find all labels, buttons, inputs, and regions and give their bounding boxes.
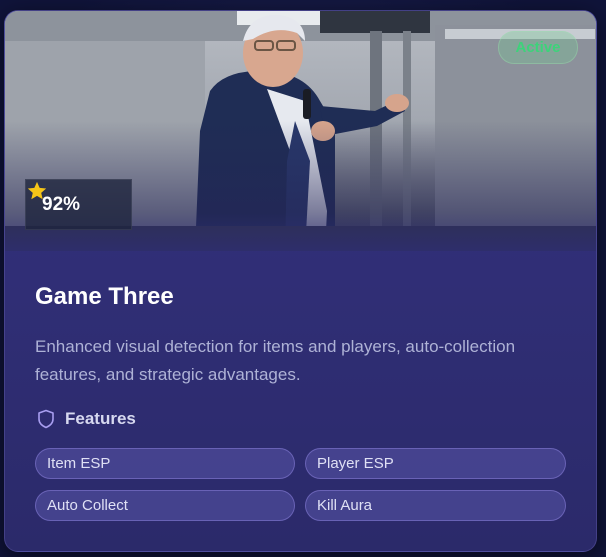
shield-icon <box>38 409 54 429</box>
feature-chip-item-esp: Item ESP <box>35 448 295 479</box>
hero-image: Active 92% <box>5 11 596 251</box>
card-title: Game Three <box>35 283 174 310</box>
status-badge: Active <box>498 31 578 64</box>
feature-chip-auto-collect: Auto Collect <box>35 490 295 521</box>
rating-badge: 92% <box>25 179 132 230</box>
features-heading-label: Features <box>65 409 136 428</box>
star-icon <box>27 181 47 200</box>
features-heading: Features <box>37 409 136 429</box>
feature-chip-kill-aura: Kill Aura <box>305 490 566 521</box>
feature-chip-player-esp: Player ESP <box>305 448 566 479</box>
page-background: Active 92% Game Three Enhanced visual de… <box>0 0 606 557</box>
game-card[interactable]: Active 92% Game Three Enhanced visual de… <box>4 10 597 552</box>
card-description: Enhanced visual detection for items and … <box>35 337 516 384</box>
